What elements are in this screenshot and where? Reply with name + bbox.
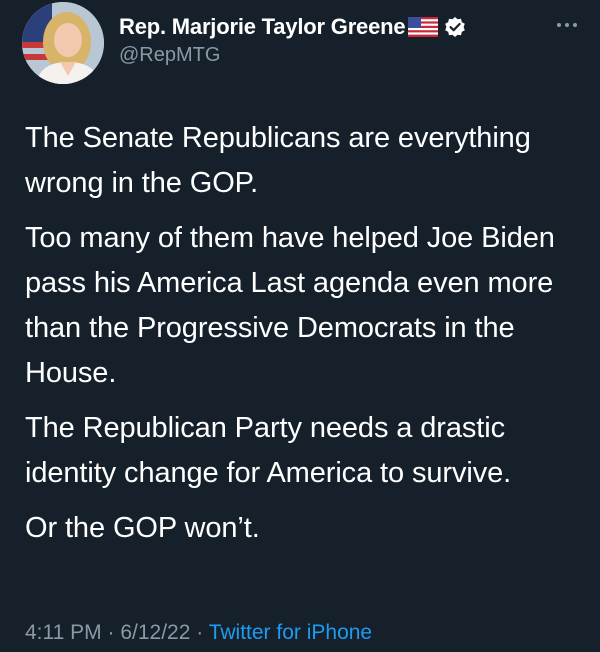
tweet-paragraph: The Senate Republicans are everything wr… <box>25 122 531 199</box>
author-name[interactable]: Rep. Marjorie Taylor Greene <box>119 14 406 40</box>
tweet-metadata: 4:11 PM · 6/12/22 · Twitter for iPhone <box>25 621 372 645</box>
verified-badge-icon <box>444 16 466 38</box>
tweet-paragraph: The Republican Party needs a drastic ide… <box>25 412 512 489</box>
author-handle[interactable]: @RepMTG <box>119 44 220 67</box>
meta-separator: · <box>101 621 121 644</box>
tweet-date[interactable]: 6/12/22 <box>120 621 190 644</box>
us-flag-icon <box>408 17 439 37</box>
tweet-source-link[interactable]: Twitter for iPhone <box>209 621 372 644</box>
author-name-row[interactable]: Rep. Marjorie Taylor Greene <box>119 14 466 40</box>
tweet-paragraph: Too many of them have helped Joe Biden p… <box>25 222 555 389</box>
more-options-icon[interactable] <box>556 16 578 27</box>
tweet-card: Rep. Marjorie Taylor Greene @RepMTG The … <box>0 0 600 652</box>
tweet-time[interactable]: 4:11 PM <box>25 621 102 644</box>
tweet-paragraph: Or the GOP won’t. <box>25 512 260 544</box>
tweet-body: The Senate Republicans are everything wr… <box>25 116 585 561</box>
avatar[interactable] <box>22 2 104 84</box>
meta-separator: · <box>190 621 209 644</box>
